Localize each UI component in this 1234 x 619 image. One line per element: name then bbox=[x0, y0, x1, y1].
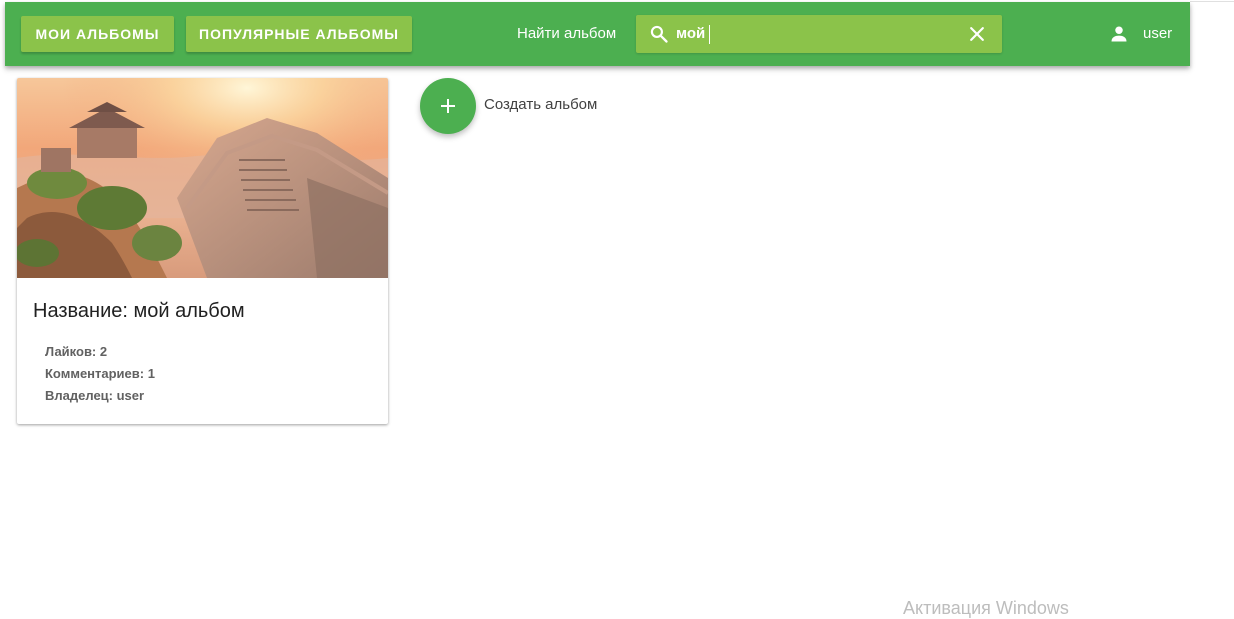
plus-icon bbox=[441, 99, 455, 113]
album-likes: Лайков: 2 bbox=[45, 344, 108, 359]
create-album-button[interactable] bbox=[420, 78, 476, 134]
search-icon bbox=[650, 25, 668, 43]
search-input[interactable]: мой bbox=[676, 15, 705, 53]
album-card[interactable]: Название: мой альбом Лайков: 2 Комментар… bbox=[17, 78, 388, 424]
search-label: Найти альбом bbox=[517, 25, 617, 42]
my-albums-button[interactable]: МОИ АЛЬБОМЫ bbox=[21, 16, 174, 52]
popular-albums-button[interactable]: ПОПУЛЯРНЫЕ АЛЬБОМЫ bbox=[186, 16, 412, 52]
album-owner: Владелец: user bbox=[45, 388, 145, 403]
app-bar: МОИ АЛЬБОМЫ ПОПУЛЯРНЫЕ АЛЬБОМЫ Найти аль… bbox=[5, 2, 1190, 66]
text-caret bbox=[709, 25, 710, 44]
search-box[interactable]: мой bbox=[636, 15, 1002, 53]
close-icon[interactable] bbox=[967, 24, 987, 44]
album-title[interactable]: Название: мой альбом bbox=[33, 298, 245, 324]
user-name[interactable]: user bbox=[1143, 24, 1172, 44]
create-album-label[interactable]: Создать альбом bbox=[484, 95, 597, 115]
album-cover-image[interactable] bbox=[17, 78, 388, 278]
album-comments: Комментариев: 1 bbox=[45, 366, 155, 381]
windows-activation-watermark: Активация Windows bbox=[903, 598, 1069, 618]
top-right-divider bbox=[1190, 0, 1234, 2]
person-icon[interactable] bbox=[1109, 24, 1129, 44]
